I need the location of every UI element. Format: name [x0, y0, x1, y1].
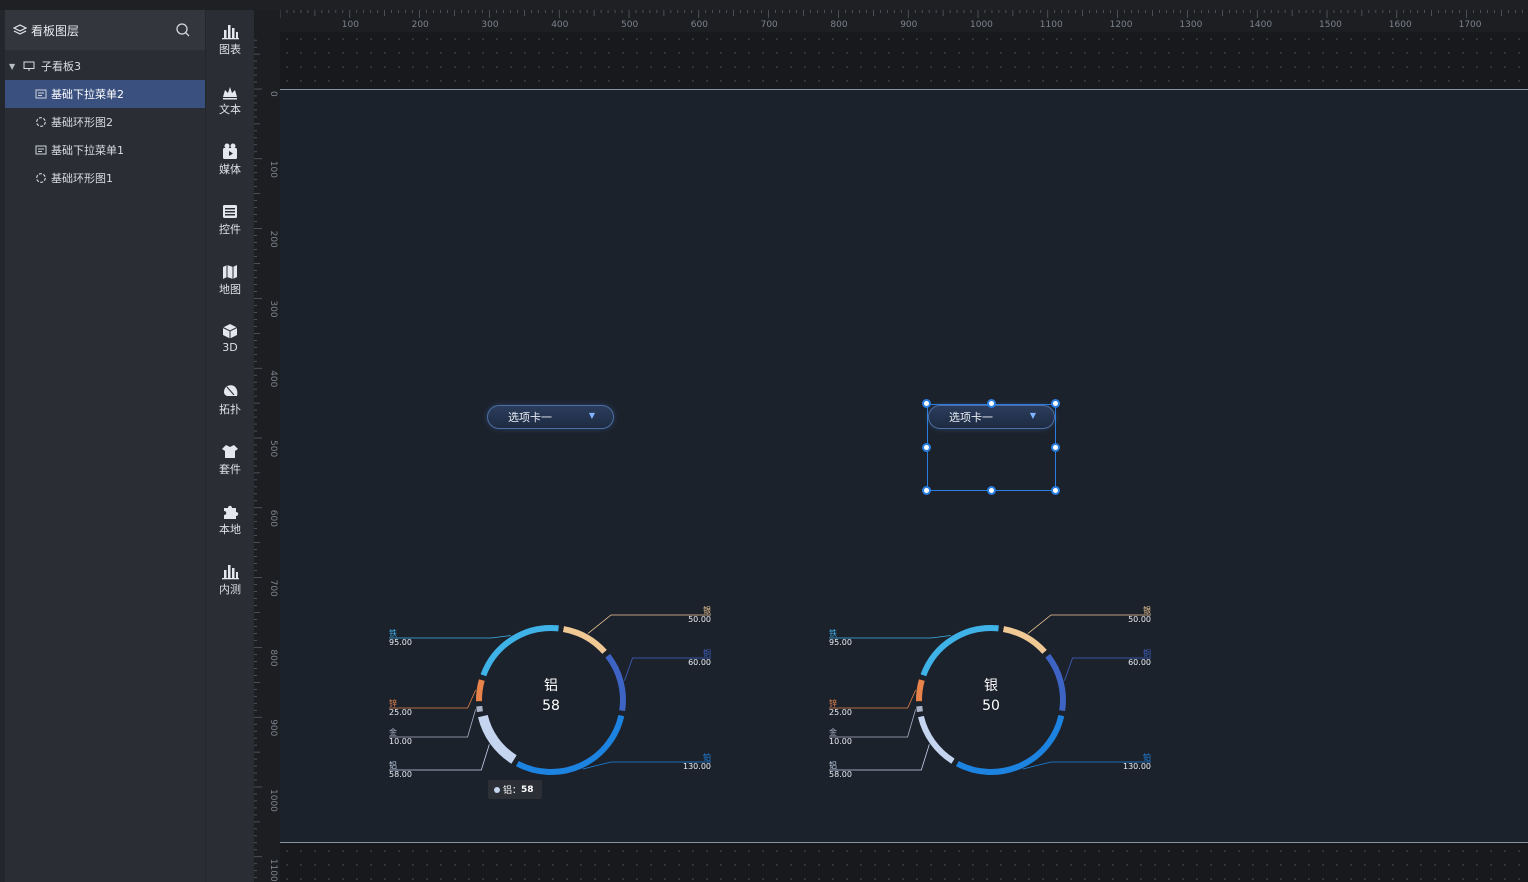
tooltip-value: 58 — [521, 784, 534, 795]
chart-tooltip: 铝： 58 — [488, 780, 542, 799]
ring-slice[interactable] — [916, 679, 925, 702]
slice-value-label: 60.00 — [688, 658, 711, 667]
slice-name-label: 银 — [1143, 605, 1151, 615]
ring-center-label: 铝 — [544, 678, 558, 694]
tooltip-dot — [494, 786, 500, 793]
leader-line — [389, 744, 490, 771]
slice-value-label: 130.00 — [683, 762, 711, 771]
ring-slice[interactable] — [480, 625, 559, 677]
ring-center-value: 50 — [982, 698, 1000, 714]
slice-value-label: 58.00 — [389, 770, 412, 779]
slice-value-label: 60.00 — [1128, 658, 1151, 667]
slice-name-label: 铂 — [1143, 752, 1151, 762]
ring-charts-layer: 银50.00铜60.00铂130.00铝58.00金10.00锌25.00铁95… — [389, 605, 1151, 779]
slice-value-label: 95.00 — [389, 638, 412, 647]
slice-value-label: 50.00 — [1128, 615, 1151, 624]
slice-value-label: 130.00 — [1123, 762, 1151, 771]
slice-name-label: 铁 — [389, 628, 397, 638]
slice-value-label: 95.00 — [829, 638, 852, 647]
ring-slice[interactable] — [478, 714, 517, 764]
slice-value-label: 58.00 — [829, 770, 852, 779]
slice-value-label: 10.00 — [389, 737, 412, 746]
slice-value-label: 10.00 — [829, 737, 852, 746]
tooltip-label: 铝： — [503, 786, 522, 796]
slice-name-label: 铝 — [829, 760, 837, 770]
ring-slice[interactable] — [605, 653, 626, 712]
leader-line — [829, 689, 917, 709]
ring-slice[interactable] — [562, 626, 607, 654]
ring-slice[interactable] — [1045, 653, 1066, 712]
slice-name-label: 金 — [389, 727, 397, 737]
leader-line — [389, 689, 477, 709]
ring-slice[interactable] — [916, 705, 923, 713]
slice-value-label: 25.00 — [829, 708, 852, 717]
slice-name-label: 铝 — [389, 760, 397, 770]
slice-name-label: 锌 — [829, 698, 837, 708]
slice-name-label: 锌 — [389, 698, 397, 708]
slice-name-label: 铜 — [1143, 648, 1151, 658]
ring-slice[interactable] — [476, 679, 485, 702]
slice-name-label: 银 — [703, 605, 711, 615]
slice-value-label: 50.00 — [688, 615, 711, 624]
ring-slice[interactable] — [476, 705, 483, 713]
ring-slice[interactable] — [920, 625, 999, 677]
slice-name-label: 金 — [829, 727, 837, 737]
slice-name-label: 铂 — [703, 752, 711, 762]
ring-slice[interactable] — [1002, 626, 1047, 654]
slice-value-label: 25.00 — [389, 708, 412, 717]
ring-center-value: 58 — [542, 698, 560, 714]
slice-name-label: 铁 — [829, 628, 837, 638]
leader-line — [829, 744, 930, 771]
slice-name-label: 铜 — [703, 648, 711, 658]
ring-center-label: 银 — [984, 678, 998, 694]
